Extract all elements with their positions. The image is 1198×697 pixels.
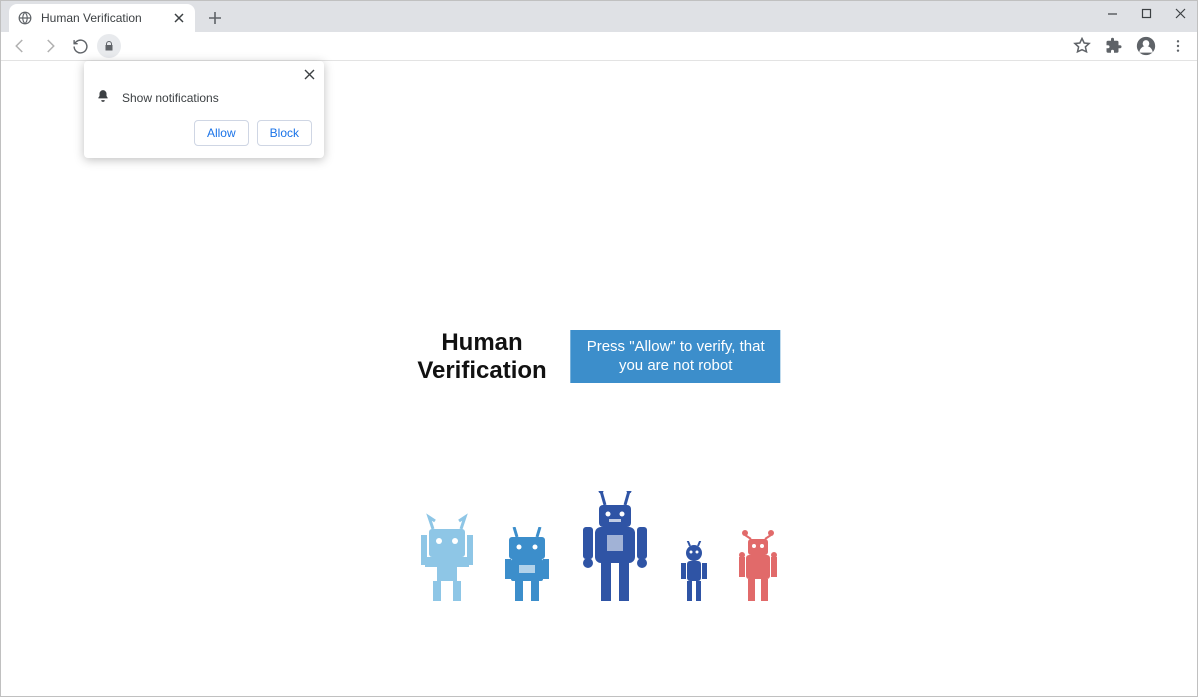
back-button[interactable] — [7, 33, 33, 59]
reload-button[interactable] — [67, 33, 93, 59]
page-content: Show notifications Allow Block Human Ver… — [1, 61, 1197, 696]
tab-strip: Human Verification — [1, 1, 1197, 32]
robot-icon — [675, 541, 713, 603]
robot-icon — [415, 511, 479, 603]
block-button[interactable]: Block — [257, 120, 312, 146]
extensions-puzzle-icon[interactable] — [1101, 33, 1127, 59]
robot-icon — [575, 491, 655, 603]
lock-icon[interactable] — [97, 34, 121, 58]
heading-line1: Human — [417, 329, 546, 357]
bookmark-star-icon[interactable] — [1069, 33, 1095, 59]
notification-text: Show notifications — [122, 91, 219, 105]
robot-icon — [499, 527, 555, 603]
new-tab-button[interactable] — [201, 4, 229, 32]
forward-button[interactable] — [37, 33, 63, 59]
address-bar[interactable] — [97, 34, 1065, 58]
verification-banner: Press "Allow" to verify, that you are no… — [571, 330, 781, 384]
window-close-button[interactable] — [1163, 1, 1197, 25]
allow-button[interactable]: Allow — [194, 120, 249, 146]
verification-heading: Human Verification — [417, 329, 546, 384]
verification-section: Human Verification Press "Allow" to veri… — [417, 329, 780, 384]
profile-avatar-icon[interactable] — [1133, 33, 1159, 59]
tab-title: Human Verification — [41, 11, 163, 25]
window-controls — [1095, 1, 1197, 25]
robots-illustration — [415, 491, 783, 603]
minimize-button[interactable] — [1095, 1, 1129, 25]
maximize-button[interactable] — [1129, 1, 1163, 25]
notification-permission-popup: Show notifications Allow Block — [84, 61, 324, 158]
close-icon[interactable] — [300, 65, 318, 83]
browser-tab[interactable]: Human Verification — [9, 4, 195, 32]
close-icon[interactable] — [171, 10, 187, 26]
heading-line2: Verification — [417, 357, 546, 385]
toolbar — [1, 32, 1197, 61]
robot-icon — [733, 529, 783, 603]
bell-icon — [96, 89, 110, 106]
globe-icon — [17, 10, 33, 26]
menu-dots-icon[interactable] — [1165, 33, 1191, 59]
